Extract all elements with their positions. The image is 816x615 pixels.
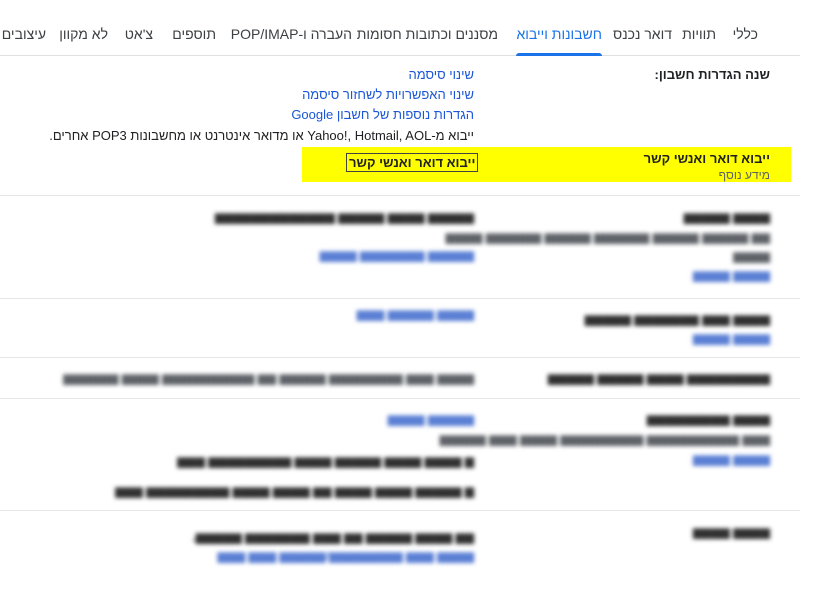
blurred-link[interactable]: ▆▆▆▆ ▆▆▆ ▆▆▆▆▆▆▆▆/▆▆▆▆▆ ▆▆▆ ▆▆▆ — [217, 549, 474, 563]
tab-general[interactable]: כללי — [733, 14, 758, 55]
change-password-link[interactable]: שינוי סיסמה — [408, 67, 474, 82]
change-account-label: שנה הגדרות חשבון: — [654, 67, 770, 82]
blurred-option[interactable]: ▆ ▆▆▆▆ ▆▆▆▆ ▆▆▆▆▆ ▆▆▆▆ ▆▆▆▆▆▆▆▆▆ ▆▆▆ — [177, 454, 474, 468]
blurred-link[interactable]: ▆▆▆▆ ▆▆▆▆▆ ▆▆▆ — [357, 307, 474, 321]
blurred-value: ▆▆▆▆▆ ▆▆▆▆ ▆▆▆▆▆ ▆▆▆▆▆▆▆▆▆▆▆▆▆ — [214, 210, 474, 224]
tab-themes[interactable]: עיצובים — [2, 14, 46, 55]
blurred-section-label: ▆▆▆▆ ▆▆▆▆▆▆▆▆▆ — [646, 412, 770, 426]
blurred-link[interactable]: ▆▆▆▆▆ ▆▆▆▆ — [388, 412, 474, 426]
tab-forwarding-pop-imap[interactable]: העברה ו-POP/IMAP — [231, 14, 352, 55]
tab-filters[interactable]: מסננים וכתובות חסומות — [357, 14, 498, 55]
blurred-option[interactable]: ▆ ▆▆▆▆▆ ▆▆▆▆ ▆▆▆▆ ▆▆ ▆▆▆▆ ▆▆▆▆ ▆▆▆▆▆▆▆▆▆… — [115, 484, 474, 498]
tab-offline[interactable]: לא מקוון — [59, 14, 108, 55]
password-recovery-link[interactable]: שינוי האפשרויות לשחזור סיסמה — [302, 87, 474, 102]
tab-inbox[interactable]: דואר נכנס — [613, 14, 672, 55]
blurred-section-text: ▆▆ ▆▆▆▆▆ ▆▆▆▆▆ ▆▆▆▆▆▆ ▆▆▆▆▆ ▆▆▆▆▆▆ ▆▆▆▆ — [445, 230, 770, 244]
learn-more-link[interactable]: מידע נוסף — [719, 168, 770, 182]
section-divider — [0, 298, 800, 299]
blurred-link[interactable]: ▆▆▆▆ ▆▆▆▆ — [693, 268, 770, 282]
import-mail-contacts-label: ייבוא דואר ואנשי קשר — [643, 151, 770, 166]
section-divider — [0, 398, 800, 399]
blurred-section-text: ▆▆▆ ▆▆▆▆▆▆▆▆▆▆ ▆▆▆▆▆▆▆▆▆ ▆▆▆▆ ▆▆▆ ▆▆▆▆▆ — [439, 432, 770, 446]
blurred-section-label: ▆▆▆▆ ▆▆▆▆▆ — [683, 210, 770, 224]
section-divider — [0, 195, 800, 196]
blurred-section-text: ▆▆▆▆ — [733, 249, 770, 263]
blurred-section-label: ▆▆▆▆ ▆▆▆▆ — [692, 525, 770, 539]
blurred-section-label: ▆▆▆▆ ▆▆▆ ▆▆▆▆▆▆▆ ▆▆▆▆▆ — [584, 312, 770, 326]
blurred-value: ▆▆ ▆▆▆▆ ▆▆▆▆▆ ▆▆ ▆▆▆ ▆▆▆▆▆▆▆ ▆▆▆▆▆. — [192, 530, 474, 544]
import-mail-contacts-button[interactable]: ייבוא דואר ואנשי קשר — [346, 153, 479, 172]
tab-labels[interactable]: תוויות — [682, 14, 716, 55]
blurred-link[interactable]: ▆▆▆▆ ▆▆▆▆ — [693, 452, 770, 466]
settings-tabs: כללי תוויות דואר נכנס חשבונות וייבוא מסנ… — [0, 14, 800, 56]
blurred-value: ▆▆▆▆ ▆▆▆ ▆▆▆▆▆▆▆▆ ▆▆▆▆▆ ▆▆ ▆▆▆▆▆▆▆▆▆▆ ▆▆… — [63, 371, 474, 385]
tab-addons[interactable]: תוספים — [172, 14, 216, 55]
tab-accounts-import[interactable]: חשבונות וייבוא — [516, 14, 602, 56]
blurred-section-label: ▆▆▆▆▆▆▆▆▆ ▆▆▆▆ ▆▆▆▆▆ ▆▆▆▆▆ — [547, 371, 770, 385]
blurred-link[interactable]: ▆▆▆▆ ▆▆▆▆ — [693, 331, 770, 345]
tab-chat[interactable]: צ'אט — [125, 14, 153, 55]
google-account-settings-link[interactable]: הגדרות נוספות של חשבון Google — [291, 107, 474, 122]
section-divider — [0, 357, 800, 358]
import-info-text: ייבוא מ-Yahoo!, Hotmail, AOL או מדואר אי… — [49, 128, 474, 143]
blurred-link[interactable]: ▆▆▆▆▆ ▆▆▆▆▆▆▆ ▆▆▆▆ — [320, 248, 474, 262]
section-divider — [0, 510, 800, 511]
